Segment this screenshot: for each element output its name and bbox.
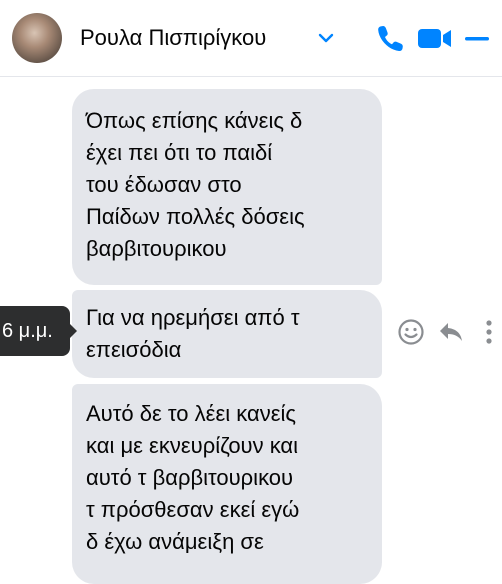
chat-header: Ρουλα Πισπιρίγκου [0, 0, 502, 77]
message-line: του έδωσαν στο [86, 172, 242, 197]
contact-name[interactable]: Ρουλα Πισπιρίγκου [80, 25, 266, 51]
message-line: αυτό τ βαρβιτουρικου [86, 465, 294, 490]
video-call-icon[interactable] [416, 22, 454, 54]
minimize-icon[interactable] [462, 22, 492, 54]
reply-icon[interactable] [437, 318, 465, 346]
avatar[interactable] [12, 13, 62, 63]
phone-call-icon[interactable] [374, 22, 406, 54]
chevron-down-icon[interactable] [316, 28, 336, 48]
message-line: έχει πει ότι το παιδί [86, 140, 273, 165]
more-options-icon[interactable] [483, 318, 495, 346]
message-line: Όπως επίσης κάνεις δ [86, 108, 303, 133]
message-line: Αυτό δε το λέει κανείς [86, 401, 296, 426]
message-line: επεισόδια [86, 337, 182, 362]
message-bubble[interactable]: Για να ηρεμήσει από τ επεισόδια [72, 290, 382, 378]
message-line: τ πρόσθεσαν εκεί εγώ [86, 497, 300, 522]
message-line: Για να ηρεμήσει από τ [86, 305, 300, 330]
message-bubble[interactable]: Όπως επίσης κάνεις δ έχει πει ότι το παι… [72, 89, 382, 285]
timestamp-tooltip: 6 μ.μ. [0, 306, 77, 356]
message-line: Παίδων πολλές δόσεις [86, 204, 305, 229]
smiley-react-icon[interactable] [397, 318, 425, 346]
message-line: βαρβιτουρικου [86, 236, 227, 261]
message-bubble[interactable]: Αυτό δε το λέει κανείς και με εκνευρίζου… [72, 384, 382, 584]
message-line: δ έχω ανάμειξη σε [86, 529, 264, 554]
message-line: και με εκνευρίζουν και [86, 433, 299, 458]
